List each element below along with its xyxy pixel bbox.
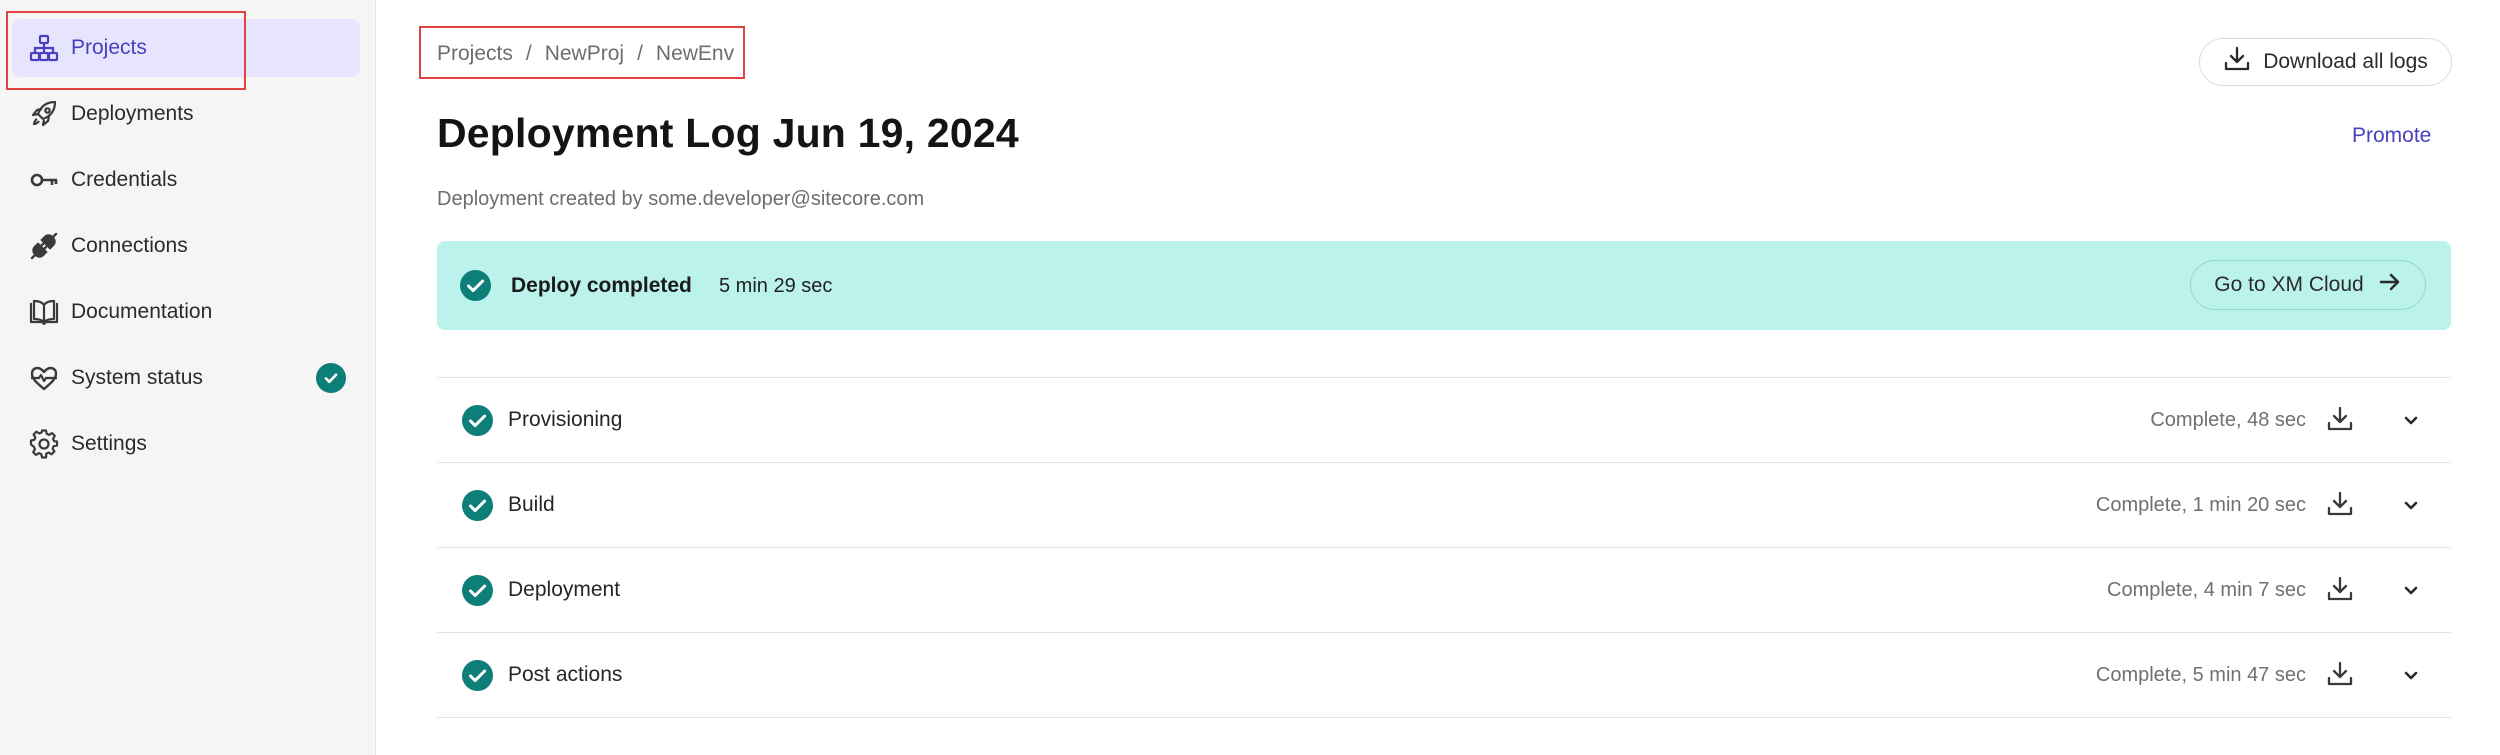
sidebar-item-label: Connections	[71, 234, 188, 257]
sidebar-item-settings[interactable]: Settings	[12, 415, 360, 473]
chevron-down-icon[interactable]	[2396, 405, 2426, 435]
check-circle-icon	[462, 490, 493, 526]
check-circle-icon	[316, 363, 346, 393]
step-label: Provisioning	[508, 408, 623, 431]
download-all-logs-button[interactable]: Download all logs	[2199, 38, 2452, 86]
sidebar-item-credentials[interactable]: Credentials	[12, 151, 360, 209]
promote-link[interactable]: Promote	[2352, 124, 2431, 148]
download-icon[interactable]	[2324, 488, 2356, 520]
step-label: Post actions	[508, 663, 623, 686]
step-status: Complete, 1 min 20 sec	[2095, 494, 2306, 516]
heartbeat-icon	[28, 362, 60, 394]
deploy-status-banner: Deploy completed 5 min 29 sec Go to XM C…	[437, 241, 2451, 330]
breadcrumb-item-projects[interactable]: Projects	[437, 42, 513, 66]
sidebar-item-connections[interactable]: Connections	[12, 217, 360, 275]
arrow-right-icon	[2378, 270, 2402, 300]
book-icon	[28, 296, 60, 328]
chevron-down-icon[interactable]	[2396, 660, 2426, 690]
chevron-down-icon[interactable]	[2396, 575, 2426, 605]
chevron-down-icon[interactable]	[2396, 490, 2426, 520]
step-row-provisioning[interactable]: Provisioning Complete, 48 sec	[437, 378, 2451, 463]
check-circle-icon	[462, 405, 493, 441]
gear-icon	[28, 428, 60, 460]
download-icon[interactable]	[2324, 403, 2356, 435]
download-all-logs-label: Download all logs	[2263, 50, 2428, 73]
check-circle-icon	[460, 270, 491, 306]
sidebar-item-label: System status	[71, 366, 203, 389]
breadcrumb-separator: /	[525, 42, 532, 65]
page-title: Deployment Log Jun 19, 2024	[437, 110, 1019, 156]
step-label: Build	[508, 493, 555, 516]
sidebar-item-label: Projects	[71, 36, 147, 59]
step-row-post-actions[interactable]: Post actions Complete, 5 min 47 sec	[437, 633, 2451, 718]
breadcrumb: Projects / NewProj / NewEnv	[437, 42, 734, 66]
sidebar-item-documentation[interactable]: Documentation	[12, 283, 360, 341]
sidebar-item-label: Credentials	[71, 168, 178, 191]
page-subtitle: Deployment created by some.developer@sit…	[437, 188, 925, 210]
sidebar-item-system-status[interactable]: System status	[12, 349, 360, 407]
go-to-xm-cloud-button[interactable]: Go to XM Cloud	[2190, 260, 2426, 310]
sidebar: Projects Deployments Credentials Connect…	[0, 0, 376, 755]
download-icon[interactable]	[2324, 658, 2356, 690]
step-status: Complete, 4 min 7 sec	[2107, 579, 2306, 601]
step-status: Complete, 48 sec	[2150, 409, 2306, 431]
breadcrumb-item-environment[interactable]: NewEnv	[656, 42, 734, 66]
key-icon	[28, 164, 60, 196]
breadcrumb-separator: /	[637, 42, 643, 65]
check-circle-icon	[462, 575, 493, 611]
step-status: Complete, 5 min 47 sec	[2095, 664, 2306, 686]
step-label: Deployment	[508, 578, 621, 601]
download-icon[interactable]	[2324, 573, 2356, 605]
plug-icon	[28, 230, 60, 262]
step-row-build[interactable]: Build Complete, 1 min 20 sec	[437, 463, 2451, 548]
check-circle-icon	[462, 660, 493, 696]
sitemap-icon	[28, 32, 60, 64]
deployment-steps-list: Provisioning Complete, 48 sec Build Comp…	[437, 377, 2451, 718]
sidebar-item-deployments[interactable]: Deployments	[12, 85, 360, 143]
rocket-icon	[28, 98, 60, 130]
download-icon	[2223, 45, 2251, 79]
step-row-deployment[interactable]: Deployment Complete, 4 min 7 sec	[437, 548, 2451, 633]
deploy-status-label: Deploy completed	[511, 274, 692, 297]
sidebar-item-label: Deployments	[71, 102, 194, 125]
deploy-duration: 5 min 29 sec	[719, 275, 833, 297]
sidebar-item-label: Documentation	[71, 300, 213, 323]
breadcrumb-item-project[interactable]: NewProj	[545, 42, 624, 66]
sidebar-item-label: Settings	[71, 432, 147, 455]
go-to-xm-cloud-label: Go to XM Cloud	[2214, 273, 2364, 296]
sidebar-item-projects[interactable]: Projects	[12, 19, 360, 77]
